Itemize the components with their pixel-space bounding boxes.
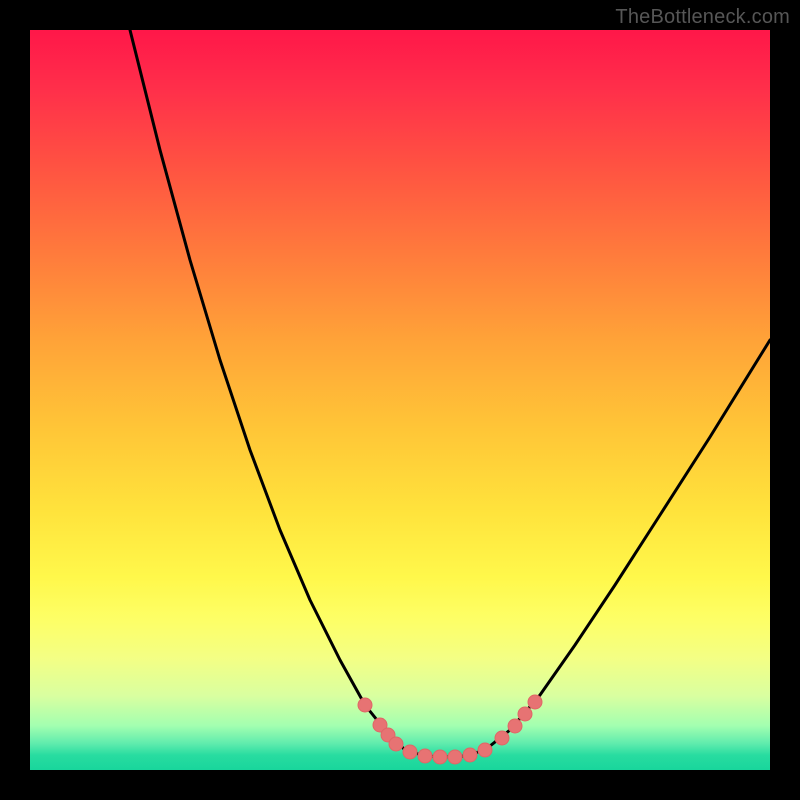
plot-area	[30, 30, 770, 770]
highlight-dot	[478, 743, 492, 757]
curve-svg	[30, 30, 770, 770]
marker-group	[358, 695, 542, 764]
highlight-dot	[448, 750, 462, 764]
highlight-dot	[433, 750, 447, 764]
highlight-dot	[508, 719, 522, 733]
outer-frame: TheBottleneck.com	[0, 0, 800, 800]
highlight-dot	[495, 731, 509, 745]
bottleneck-curve	[130, 30, 770, 757]
highlight-dot	[528, 695, 542, 709]
highlight-dot	[463, 748, 477, 762]
highlight-dot	[403, 745, 417, 759]
highlight-dot	[518, 707, 532, 721]
highlight-dot	[418, 749, 432, 763]
highlight-dot	[358, 698, 372, 712]
watermark-text: TheBottleneck.com	[615, 6, 790, 29]
highlight-dot	[389, 737, 403, 751]
